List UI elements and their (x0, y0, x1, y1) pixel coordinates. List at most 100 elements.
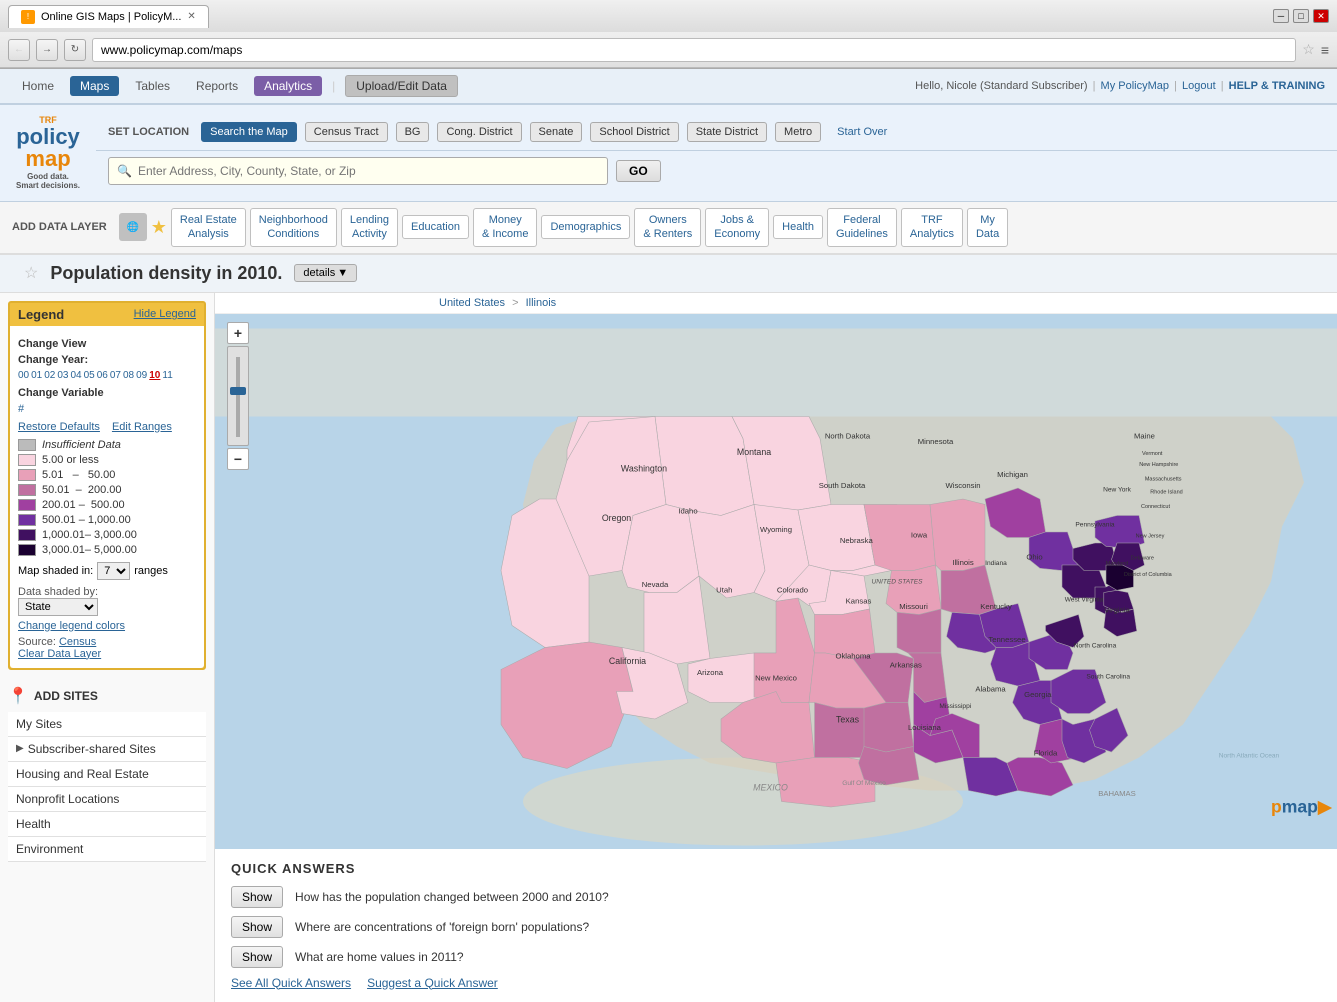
us-map-svg[interactable]: Washington Montana North Dakota Minnesot… (215, 314, 1337, 849)
bookmark-icon[interactable]: ☆ (1302, 41, 1315, 58)
data-nav-money[interactable]: Money& Income (473, 208, 537, 247)
state-arkansas[interactable] (864, 702, 914, 752)
label-nebraska: Nebraska (840, 536, 874, 545)
browser-toolbar: ← → ↻ www.policymap.com/maps ☆ ≡ (0, 32, 1337, 68)
data-nav-trf[interactable]: TRFAnalytics (901, 208, 963, 247)
qa-show-btn-0[interactable]: Show (231, 886, 283, 908)
breadcrumb-us-link[interactable]: United States (439, 297, 505, 309)
back-btn[interactable]: ← (8, 39, 30, 61)
data-nav-health[interactable]: Health (773, 215, 823, 239)
logout-link[interactable]: Logout (1182, 80, 1216, 92)
analytics-nav-item[interactable]: Analytics (254, 76, 322, 96)
environment-item[interactable]: Environment (8, 837, 206, 862)
variable-value: # (18, 403, 24, 415)
year-07[interactable]: 07 (110, 370, 121, 381)
year-06[interactable]: 06 (97, 370, 108, 381)
label-tennessee: Tennessee (988, 635, 1025, 644)
zoom-in-btn[interactable]: + (227, 322, 249, 344)
year-01[interactable]: 01 (31, 370, 42, 381)
census-tract-btn[interactable]: Census Tract (305, 122, 388, 142)
tab-close-btn[interactable]: ✕ (187, 11, 195, 22)
maximize-btn[interactable]: □ (1293, 9, 1309, 23)
hide-legend-btn[interactable]: Hide Legend (134, 308, 196, 320)
qa-show-btn-1[interactable]: Show (231, 916, 283, 938)
breadcrumb: United States > Illinois (215, 293, 1337, 314)
map-shaded-select[interactable]: 7 (97, 562, 130, 580)
browser-menu-btn[interactable]: ≡ (1321, 42, 1329, 58)
year-10[interactable]: 10 (149, 370, 160, 381)
year-02[interactable]: 02 (44, 370, 55, 381)
data-nav-federal[interactable]: FederalGuidelines (827, 208, 897, 247)
home-nav-item[interactable]: Home (12, 76, 64, 96)
search-the-map-btn[interactable]: Search the Map (201, 122, 297, 142)
restore-defaults-link[interactable]: Restore Defaults (18, 421, 100, 433)
reports-nav-item[interactable]: Reports (186, 76, 248, 96)
maps-nav-item[interactable]: Maps (70, 76, 119, 96)
clear-data-layer-link[interactable]: Clear Data Layer (18, 648, 101, 660)
housing-item[interactable]: Housing and Real Estate (8, 762, 206, 787)
zoom-slider[interactable] (227, 346, 249, 446)
data-nav-real-estate[interactable]: Real EstateAnalysis (171, 208, 246, 247)
change-legend-colors-link[interactable]: Change legend colors (18, 620, 196, 632)
year-08[interactable]: 08 (123, 370, 134, 381)
map-title-star-icon[interactable]: ☆ (24, 263, 38, 283)
source-census-link[interactable]: Census (59, 636, 96, 648)
map-shaded-label: Map shaded in: (18, 565, 93, 577)
my-sites-item[interactable]: My Sites (8, 712, 206, 737)
state-illinois-region[interactable] (897, 609, 941, 653)
label-oklahoma: Oklahoma (835, 651, 871, 660)
year-03[interactable]: 03 (57, 370, 68, 381)
data-nav-mydata[interactable]: MyData (967, 208, 1008, 247)
bg-btn[interactable]: BG (396, 122, 430, 142)
details-btn[interactable]: details ▼ (294, 264, 357, 282)
nonprofit-item[interactable]: Nonprofit Locations (8, 787, 206, 812)
year-11[interactable]: 11 (162, 370, 172, 381)
search-input[interactable] (138, 164, 599, 178)
minimize-btn[interactable]: ─ (1273, 9, 1289, 23)
address-bar[interactable]: www.policymap.com/maps (92, 38, 1296, 62)
data-nav-neighborhood[interactable]: NeighborhoodConditions (250, 208, 337, 247)
label-northdakota: North Dakota (825, 431, 871, 440)
legend-body: Change View Change Year: 00 01 02 03 04 … (10, 326, 204, 668)
cong-district-btn[interactable]: Cong. District (437, 122, 521, 142)
data-nav-jobs[interactable]: Jobs &Economy (705, 208, 769, 247)
data-shaded-select[interactable]: State (18, 598, 98, 616)
data-nav-demographics[interactable]: Demographics (541, 215, 630, 239)
qa-show-btn-2[interactable]: Show (231, 946, 283, 968)
label-virginia: Virginia (1104, 605, 1130, 614)
year-09[interactable]: 09 (136, 370, 147, 381)
health-item[interactable]: Health (8, 812, 206, 837)
breadcrumb-illinois-link[interactable]: Illinois (526, 297, 557, 309)
start-over-btn[interactable]: Start Over (837, 126, 887, 138)
data-nav-education[interactable]: Education (402, 215, 469, 239)
school-district-btn[interactable]: School District (590, 122, 678, 142)
subscriber-sites-item[interactable]: ▶ Subscriber-shared Sites (8, 737, 206, 762)
year-00[interactable]: 00 (18, 370, 29, 381)
suggest-qa-link[interactable]: Suggest a Quick Answer (367, 976, 498, 990)
set-location-label: SET LOCATION (108, 126, 189, 138)
favorite-star-icon[interactable]: ★ (151, 217, 167, 238)
year-05[interactable]: 05 (84, 370, 95, 381)
tables-nav-item[interactable]: Tables (125, 76, 180, 96)
forward-btn[interactable]: → (36, 39, 58, 61)
go-button[interactable]: GO (616, 160, 661, 182)
data-nav-lending[interactable]: LendingActivity (341, 208, 398, 247)
senate-btn[interactable]: Senate (530, 122, 583, 142)
zoom-out-btn[interactable]: − (227, 448, 249, 470)
legend-range-1: 5.01 – 50.00 (42, 469, 115, 481)
see-all-qa-link[interactable]: See All Quick Answers (231, 976, 351, 990)
edit-ranges-link[interactable]: Edit Ranges (112, 421, 172, 433)
upload-nav-item[interactable]: Upload/Edit Data (345, 75, 458, 97)
map-container[interactable]: + − (215, 314, 1337, 849)
search-input-wrap[interactable]: 🔍 (108, 157, 608, 185)
help-link[interactable]: HELP & TRAINING (1229, 80, 1325, 92)
legend-range-0: 5.00 or less (42, 454, 99, 466)
metro-btn[interactable]: Metro (775, 122, 821, 142)
close-btn[interactable]: ✕ (1313, 9, 1329, 23)
data-nav-owners[interactable]: Owners& Renters (634, 208, 701, 247)
state-district-btn[interactable]: State District (687, 122, 767, 142)
my-policymap-link[interactable]: My PolicyMap (1101, 80, 1169, 92)
browser-tab[interactable]: ! Online GIS Maps | PolicyM... ✕ (8, 5, 209, 28)
refresh-btn[interactable]: ↻ (64, 39, 86, 61)
year-04[interactable]: 04 (71, 370, 82, 381)
